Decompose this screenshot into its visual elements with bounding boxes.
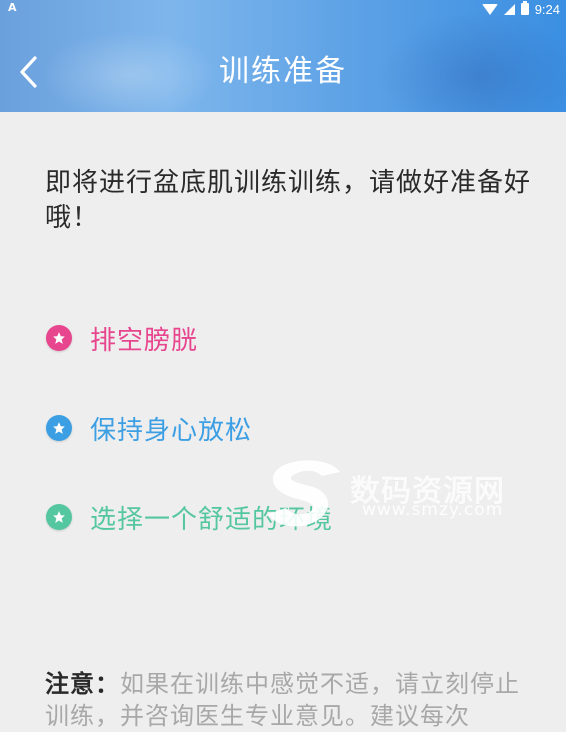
note-label: 注意：: [45, 670, 120, 698]
item-label: 保持身心放松: [90, 415, 253, 446]
star-icon: [46, 415, 72, 441]
item-label: 排空膀胱: [90, 325, 199, 356]
list-item-environment: 选择一个舒适的环境: [46, 497, 333, 537]
note-text: 注意：如果在训练中感觉不适，请立刻停止训练，并咨询医生专业意见。建议每次: [45, 668, 525, 732]
intro-text: 即将进行盆底肌训练训练，请做好准备好哦！: [45, 168, 532, 233]
watermark-url: www.smzy.com: [362, 500, 504, 520]
star-icon: [46, 504, 72, 530]
signal-icon: [503, 3, 515, 15]
status-bar: A 9:24: [0, 0, 566, 20]
status-time: 9:24: [534, 1, 560, 17]
watermark-text: 数码资源网: [350, 474, 505, 509]
notification-icon: A: [8, 1, 17, 14]
page-title: 训练准备: [219, 54, 347, 89]
item-label: 选择一个舒适的环境: [90, 504, 334, 535]
battery-icon: [520, 1, 529, 15]
wifi-icon: [481, 3, 498, 15]
status-icons: 9:24: [481, 0, 560, 18]
list-item-relax: 保持身心放松: [46, 408, 252, 448]
list-item-empty-bladder: 排空膀胱: [46, 318, 198, 358]
star-icon: [46, 325, 72, 351]
